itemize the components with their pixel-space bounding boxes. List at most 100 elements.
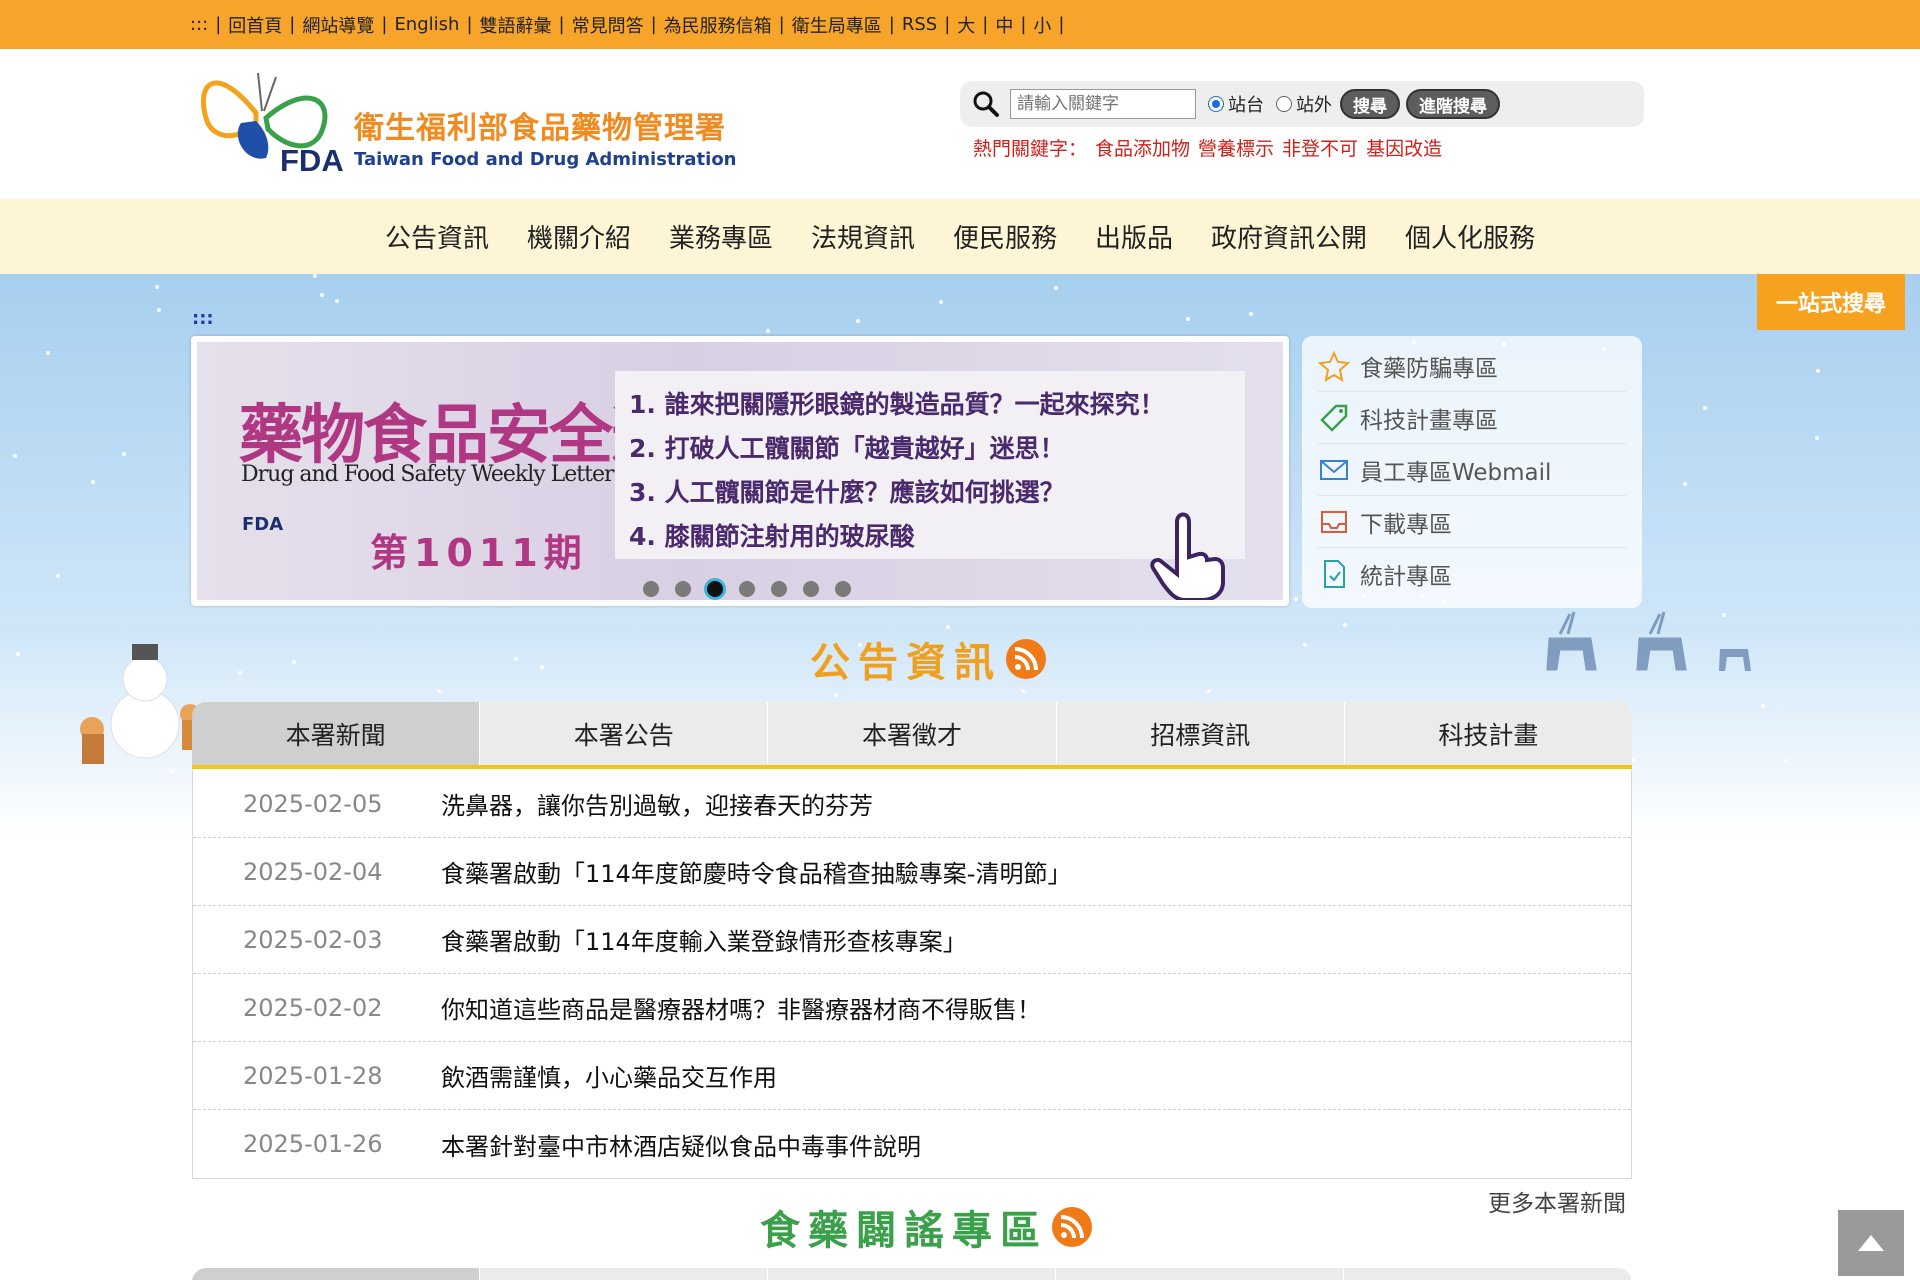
banner-slide[interactable]: 藥物食品安全週報 Drug and Food Safety Weekly Let… xyxy=(197,342,1283,600)
topbar-link[interactable]: 雙語辭彙 xyxy=(480,12,552,38)
radio-site[interactable]: 站台 xyxy=(1208,91,1264,117)
mail-icon xyxy=(1320,459,1348,480)
snowflake xyxy=(1815,368,1820,373)
news-row[interactable]: 2025-02-03 食藥署啟動「114年度輸入業登錄情形查核專案」 xyxy=(193,906,1631,974)
news-row[interactable]: 2025-02-05 洗鼻器，讓你告別過敏，迎接春天的芬芳 xyxy=(193,770,1631,838)
news-date: 2025-02-04 xyxy=(243,857,383,886)
rumor-tab[interactable] xyxy=(1056,1268,1344,1280)
main-nav-item[interactable]: 業務專區 xyxy=(669,218,773,255)
news-title-link[interactable]: 你知道這些商品是醫療器材嗎？非醫療器材商不得販售！ xyxy=(441,990,1041,1025)
snowflake xyxy=(766,328,771,333)
main-nav-item[interactable]: 便民服務 xyxy=(953,218,1057,255)
main-nav-item[interactable]: 政府資訊公開 xyxy=(1211,218,1367,255)
quick-link-item[interactable]: 統計專區 xyxy=(1318,548,1626,600)
snowflake xyxy=(146,714,151,719)
topbar-skip-link[interactable]: ::: xyxy=(190,14,208,35)
banner-topic-item: 4. 膝關節注射用的玻尿酸 xyxy=(629,522,915,551)
topbar-link[interactable]: 常見問答 xyxy=(572,12,644,38)
snowflake xyxy=(121,451,126,456)
carousel-dot[interactable] xyxy=(707,581,723,597)
rss-icon[interactable] xyxy=(1006,639,1046,679)
announce-tab[interactable]: 科技計畫 xyxy=(1344,702,1632,765)
carousel-dot[interactable] xyxy=(803,581,819,597)
rumor-tab[interactable] xyxy=(1344,1268,1632,1280)
radio-external-dot[interactable] xyxy=(1276,96,1292,112)
more-news-link[interactable]: 更多本署新聞 xyxy=(1488,1184,1626,1218)
topbar-separator: | xyxy=(381,14,388,35)
quick-link-item[interactable]: 科技計畫專區 xyxy=(1318,392,1626,444)
topbar-link[interactable]: 衛生局專區 xyxy=(792,12,882,38)
news-date: 2025-02-03 xyxy=(243,925,383,954)
star-icon xyxy=(1318,350,1350,382)
announce-tab[interactable]: 招標資訊 xyxy=(1056,702,1345,765)
topbar-separator: | xyxy=(944,14,951,35)
hot-keyword-link[interactable]: 基因改造 xyxy=(1366,138,1442,160)
topbar-link[interactable]: 小 xyxy=(1033,12,1051,38)
news-row[interactable]: 2025-02-04 食藥署啟動「114年度節慶時令食品稽查抽驗專案-清明節」 xyxy=(193,838,1631,906)
topbar-link[interactable]: English xyxy=(394,14,459,35)
news-title-link[interactable]: 食藥署啟動「114年度節慶時令食品稽查抽驗專案-清明節」 xyxy=(441,854,1071,889)
pointer-hand-icon xyxy=(1150,512,1225,600)
news-title-link[interactable]: 食藥署啟動「114年度輸入業登錄情形查核專案」 xyxy=(441,922,967,957)
carousel-dot[interactable] xyxy=(835,581,851,597)
quick-link-item[interactable]: 食藥防騙專區 xyxy=(1318,340,1626,392)
topbar-link[interactable]: 大 xyxy=(957,12,975,38)
main-nav-item[interactable]: 出版品 xyxy=(1095,218,1173,255)
news-row[interactable]: 2025-02-02 你知道這些商品是醫療器材嗎？非醫療器材商不得販售！ xyxy=(193,974,1631,1042)
logo-fda-text: FDA xyxy=(280,143,344,178)
radio-external[interactable]: 站外 xyxy=(1276,91,1332,117)
carousel-dot[interactable] xyxy=(643,581,659,597)
snowflake xyxy=(312,274,317,279)
hot-keyword-link[interactable]: 食品添加物 xyxy=(1095,138,1190,160)
hot-keyword-link[interactable]: 非登不可 xyxy=(1282,138,1358,160)
news-title-link[interactable]: 洗鼻器，讓你告別過敏，迎接春天的芬芳 xyxy=(441,786,873,821)
skip-link[interactable]: ::: xyxy=(192,308,214,329)
rss-icon[interactable] xyxy=(1052,1207,1092,1247)
carousel-dot[interactable] xyxy=(739,581,755,597)
advanced-search-button[interactable]: 進階搜尋 xyxy=(1406,89,1500,119)
news-title-link[interactable]: 飲酒需謹慎，小心藥品交互作用 xyxy=(441,1058,777,1093)
topbar-link[interactable]: 中 xyxy=(995,12,1013,38)
one-stop-search-button[interactable]: 一站式搜尋 xyxy=(1757,274,1905,330)
radio-site-label: 站台 xyxy=(1228,95,1264,116)
quick-link-item[interactable]: 員工專區Webmail xyxy=(1318,444,1626,496)
main-nav-item[interactable]: 個人化服務 xyxy=(1405,218,1535,255)
rumor-tab[interactable] xyxy=(192,1268,480,1280)
carousel-dot[interactable] xyxy=(771,581,787,597)
announce-tab[interactable]: 本署新聞 xyxy=(192,702,481,765)
search-icon[interactable] xyxy=(972,90,1000,118)
news-title-link[interactable]: 本署針對臺中市林酒店疑似食品中毒事件說明 xyxy=(441,1127,921,1162)
search-button[interactable]: 搜尋 xyxy=(1340,89,1400,119)
news-row[interactable]: 2025-01-28 飲酒需謹慎，小心藥品交互作用 xyxy=(193,1042,1631,1110)
back-to-top-button[interactable] xyxy=(1838,1210,1904,1276)
rumor-tab[interactable] xyxy=(480,1268,768,1280)
banner-carousel[interactable]: 藥物食品安全週報 Drug and Food Safety Weekly Let… xyxy=(191,336,1289,606)
radio-site-dot[interactable] xyxy=(1208,96,1224,112)
topbar-separator: | xyxy=(888,14,895,35)
banner-subtitle: Drug and Food Safety Weekly Letter xyxy=(241,462,614,487)
announce-tabs: 本署新聞 本署公告 本署徵才 招標資訊 科技計畫 xyxy=(192,702,1632,769)
site-logo[interactable]: FDA 衛生福利部食品藥物管理署 Taiwan Food and Drug Ad… xyxy=(196,63,737,178)
snowflake xyxy=(1303,642,1308,647)
topbar-link[interactable]: RSS xyxy=(902,14,937,35)
snowflake xyxy=(1683,481,1688,486)
news-row[interactable]: 2025-01-26 本署針對臺中市林酒店疑似食品中毒事件說明 xyxy=(193,1110,1631,1178)
main-nav-item[interactable]: 機關介紹 xyxy=(527,218,631,255)
topbar-link[interactable]: 回首頁 xyxy=(228,12,282,38)
announce-title-text: 公告資訊 xyxy=(810,640,1002,686)
arrow-up-icon xyxy=(1858,1235,1884,1251)
rumor-tab[interactable] xyxy=(768,1268,1056,1280)
snowflake xyxy=(513,657,518,662)
search-input[interactable] xyxy=(1010,89,1196,119)
banner-topic-item: 2. 打破人工髖關節「越貴越好」迷思！ xyxy=(629,434,1065,463)
carousel-dot[interactable] xyxy=(675,581,691,597)
snowflake xyxy=(1343,622,1348,627)
main-nav-item[interactable]: 法規資訊 xyxy=(811,218,915,255)
hot-keyword-link[interactable]: 營養標示 xyxy=(1198,138,1274,160)
quick-link-item[interactable]: 下載專區 xyxy=(1318,496,1626,548)
announce-tab[interactable]: 本署公告 xyxy=(480,702,769,765)
topbar-link[interactable]: 網站導覽 xyxy=(302,12,374,38)
announce-tab[interactable]: 本署徵才 xyxy=(768,702,1057,765)
topbar-link[interactable]: 為民服務信箱 xyxy=(664,12,772,38)
main-nav-item[interactable]: 公告資訊 xyxy=(385,218,489,255)
